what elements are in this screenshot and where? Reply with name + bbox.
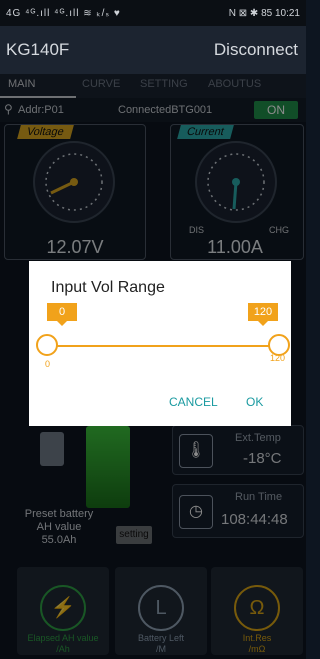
disconnect-button[interactable]: Disconnect — [214, 40, 298, 60]
status-bar: 4G ⁴ᴳ.ıll ⁴ᴳ.ıll ≋ ₖ/ₛ ♥ N ⊠ ✱ 85 10:21 — [0, 0, 306, 26]
app-title: KG140F — [6, 40, 70, 59]
max-value-flag: 120 — [248, 303, 278, 326]
range-min-handle[interactable] — [36, 334, 58, 356]
min-value-flag: 0 — [47, 303, 77, 326]
range-min-label: 0 — [45, 359, 51, 369]
range-track — [47, 345, 279, 347]
status-right: N ⊠ ✱ 85 10:21 — [228, 8, 300, 19]
cancel-button[interactable]: CANCEL — [169, 395, 218, 409]
dialog-title: Input Vol Range — [51, 279, 165, 296]
input-vol-range-dialog: Input Vol Range 0 120 0 120 CANCEL OK — [29, 261, 291, 426]
range-max-label: 120 — [270, 353, 286, 363]
app-bar: KG140F Disconnect — [0, 26, 306, 74]
ok-button[interactable]: OK — [246, 395, 263, 409]
status-left: 4G ⁴ᴳ.ıll ⁴ᴳ.ıll ≋ ₖ/ₛ ♥ — [6, 8, 121, 19]
